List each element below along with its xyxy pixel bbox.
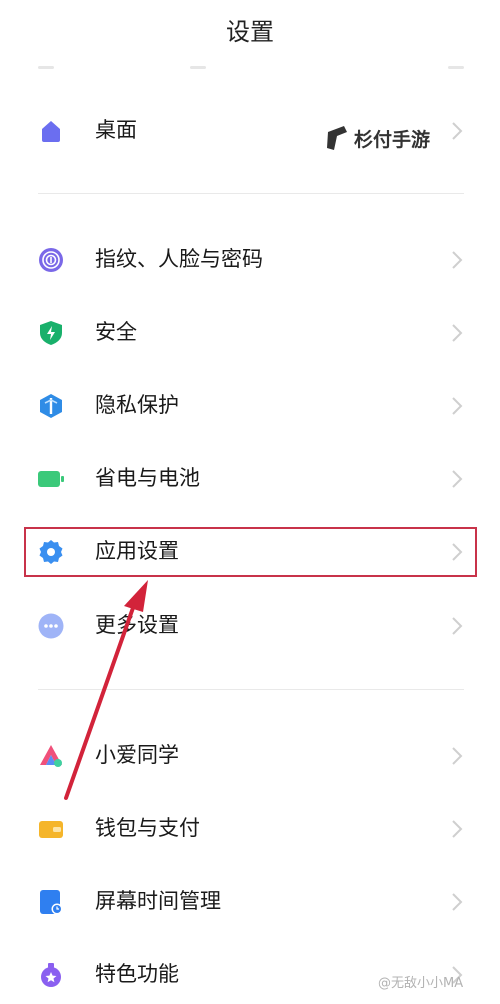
divider [38,193,464,194]
settings-item-label: 桌面 [95,118,137,142]
shield-icon [38,320,64,346]
settings-item-label: 小爱同学 [95,743,179,767]
xiaoai-icon [38,743,64,769]
divider [38,689,464,690]
scroll-edge-residue [0,64,500,74]
chevron-right-icon [448,322,466,344]
page-title: 设置 [226,18,274,46]
screen-time-icon [38,889,64,915]
battery-icon [38,466,64,492]
settings-item-label: 钱包与支付 [95,816,200,840]
settings-item-xiaoai[interactable]: 小爱同学 [0,725,500,785]
special-features-icon [38,962,64,988]
fingerprint-icon [38,247,64,273]
settings-item-label: 更多设置 [95,613,179,637]
more-icon [38,613,64,639]
chevron-right-icon [448,818,466,840]
wallet-icon [38,816,64,842]
settings-item-more-settings[interactable]: 更多设置 [0,595,500,655]
watermark-top-text: 杉付手游 [354,129,431,151]
chevron-right-icon [448,468,466,490]
settings-item-security[interactable]: 安全 [0,302,500,362]
settings-item-label: 指纹、人脸与密码 [95,247,263,271]
chevron-right-icon [448,891,466,913]
settings-item-wallet-payment[interactable]: 钱包与支付 [0,798,500,858]
chevron-right-icon [448,249,466,271]
settings-item-screen-time[interactable]: 屏幕时间管理 [0,871,500,931]
chevron-right-icon [448,615,466,637]
privacy-icon [38,393,64,419]
settings-item-battery[interactable]: 省电与电池 [0,448,500,508]
settings-item-label: 隐私保护 [95,393,179,417]
settings-item-label: 屏幕时间管理 [95,889,221,913]
chevron-right-icon [448,745,466,767]
settings-item-privacy[interactable]: 隐私保护 [0,375,500,435]
settings-item-label: 安全 [95,320,137,344]
settings-item-label: 特色功能 [95,962,179,986]
settings-item-fingerprint-face-password[interactable]: 指纹、人脸与密码 [0,229,500,289]
home-icon [38,118,64,144]
highlight-box [24,527,477,577]
settings-item-label: 省电与电池 [95,466,200,490]
watermark-logo: 杉付手游 [322,122,462,158]
watermark-bottom-text: @无敌小小MA [378,976,464,991]
chevron-right-icon [448,395,466,417]
